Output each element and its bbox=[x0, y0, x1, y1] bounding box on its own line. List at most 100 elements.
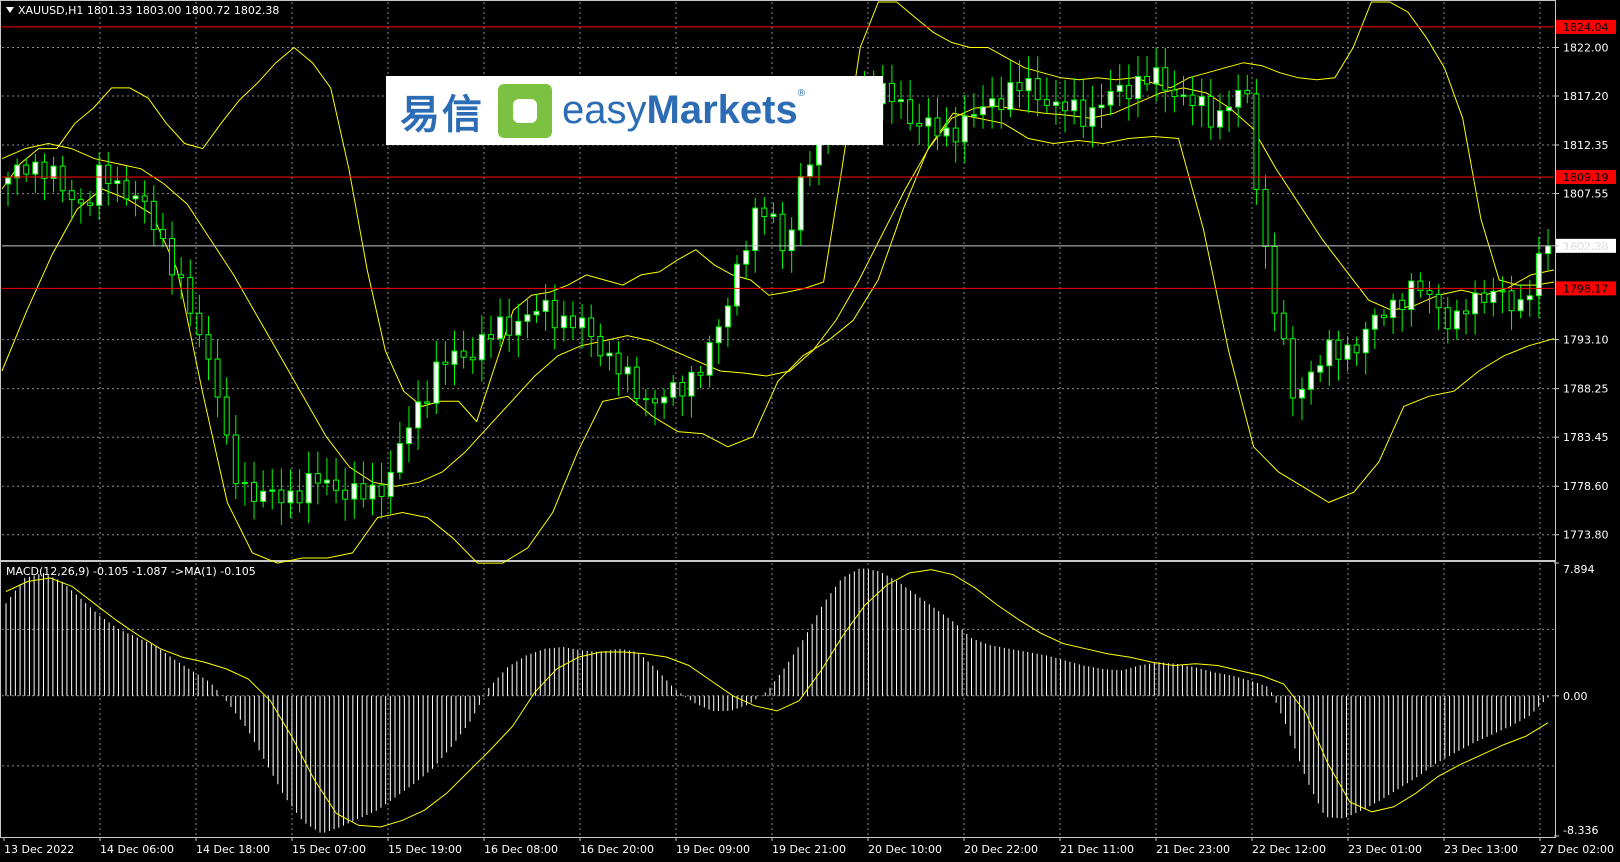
candle-body-bear bbox=[314, 473, 321, 484]
level-tag-label: 1824.04 bbox=[1563, 21, 1609, 34]
candle-body-bear bbox=[460, 350, 467, 358]
price-tick-label: 1802.38 bbox=[1563, 240, 1609, 253]
candle-body-bear bbox=[1016, 82, 1023, 92]
candle-body-bull bbox=[1499, 290, 1506, 293]
candle-body-bull bbox=[1517, 299, 1524, 312]
candle-body-bear bbox=[159, 228, 166, 240]
candle-body-bear bbox=[651, 398, 658, 404]
time-tick-label: 16 Dec 20:00 bbox=[580, 843, 654, 856]
candle-body-bull bbox=[1545, 245, 1551, 255]
candle-body-bear bbox=[888, 82, 895, 103]
candle-body-bear bbox=[223, 396, 230, 436]
time-tick-label: 21 Dec 11:00 bbox=[1060, 843, 1134, 856]
candle-body-bull bbox=[898, 99, 905, 103]
candle-body-bear bbox=[469, 356, 476, 361]
candle-body-bear bbox=[59, 165, 66, 192]
bollinger-middle-line bbox=[1, 87, 1555, 487]
candle-body-bear bbox=[487, 334, 494, 340]
candle-body-bear bbox=[1162, 67, 1169, 91]
candle-body-bear bbox=[205, 334, 212, 360]
time-tick-label: 22 Dec 12:00 bbox=[1252, 843, 1326, 856]
axes-labels: 1822.00 1817.20 1812.35 1807.55 1802.38 1793.… bbox=[3, 41, 1614, 856]
candle-body-bull bbox=[1408, 280, 1415, 310]
logo-chinese-text: 易信 bbox=[400, 91, 484, 138]
candle-body-bear bbox=[761, 207, 768, 218]
candle-body-bull bbox=[1153, 67, 1160, 85]
candle-body-bull bbox=[1344, 344, 1351, 360]
candle-body-bull bbox=[387, 471, 394, 497]
candle-body-bull bbox=[752, 207, 759, 252]
candle-body-bear bbox=[1508, 290, 1515, 312]
candle-body-bull bbox=[32, 161, 39, 175]
candle-body-bull bbox=[260, 490, 267, 502]
candle-body-bear bbox=[333, 479, 340, 491]
time-tick-label: 14 Dec 06:00 bbox=[100, 843, 174, 856]
candle-body-bear bbox=[1481, 292, 1488, 303]
trading-terminal: 1824.04 1809.19 1798.17 1802.38 1822.00 1817… bbox=[0, 0, 1620, 862]
candle-body-bull bbox=[733, 263, 740, 307]
candle-body-bull bbox=[1052, 101, 1059, 106]
candle-body-bull bbox=[606, 352, 613, 357]
candle-body-bull bbox=[1071, 99, 1078, 112]
logo-square-icon bbox=[498, 83, 552, 138]
candle-body-bear bbox=[1171, 89, 1178, 97]
candle-body-bear bbox=[87, 202, 94, 206]
candle-body-bull bbox=[579, 317, 586, 329]
candle-body-bear bbox=[1417, 280, 1424, 291]
candle-body-bull bbox=[524, 314, 531, 322]
candle-body-bull bbox=[1308, 371, 1315, 390]
candle-body-bear bbox=[196, 312, 203, 336]
candle-body-bear bbox=[597, 335, 604, 357]
candle-body-bear bbox=[615, 352, 622, 375]
candle-body-bear bbox=[506, 316, 513, 336]
time-tick-label: 19 Dec 21:00 bbox=[772, 843, 846, 856]
dropdown-triangle-icon[interactable] bbox=[6, 7, 14, 13]
candle-body-bear bbox=[1426, 289, 1433, 296]
candle-body-bull bbox=[1362, 328, 1369, 354]
candle-body-bull bbox=[1371, 314, 1378, 330]
candle-body-bull bbox=[96, 164, 103, 206]
candle-body-bull bbox=[661, 396, 668, 404]
candle-body-bull bbox=[724, 305, 731, 328]
candle-body-bull bbox=[770, 213, 777, 218]
candle-body-bear bbox=[1207, 95, 1214, 128]
candle-body-bear bbox=[278, 489, 285, 504]
time-tick-label: 23 Dec 01:00 bbox=[1348, 843, 1422, 856]
candle-body-bull bbox=[925, 117, 932, 127]
candle-body-bear bbox=[141, 195, 148, 202]
candle-body-bear bbox=[214, 358, 221, 398]
price-tick-label: 1817.20 bbox=[1563, 90, 1609, 103]
candle-body-bear bbox=[150, 200, 157, 230]
price-tick-label: 1788.25 bbox=[1563, 383, 1609, 396]
candle-body-bull bbox=[114, 180, 121, 185]
candle-body-bear bbox=[588, 317, 595, 337]
candle-body-bull bbox=[1089, 107, 1096, 127]
candle-body-bear bbox=[697, 371, 704, 376]
macd-signal-line bbox=[5, 569, 1549, 828]
candle-body-bear bbox=[633, 366, 640, 400]
candle-body-bear bbox=[1380, 314, 1387, 319]
candle-body-bull bbox=[1098, 104, 1105, 109]
candle-body-bull bbox=[797, 176, 804, 231]
time-tick-label: 27 Dec 02:00 bbox=[1540, 843, 1614, 856]
candle-body-bear bbox=[1125, 84, 1132, 100]
candle-body-bear bbox=[1289, 338, 1296, 399]
candle-body-bear bbox=[187, 277, 194, 314]
price-tick-label: 1793.10 bbox=[1563, 334, 1609, 347]
candle-body-bull bbox=[323, 479, 330, 484]
candle-body-bull bbox=[1025, 78, 1032, 92]
candle-body-bear bbox=[1189, 94, 1196, 107]
candle-body-bull bbox=[1490, 290, 1497, 303]
candle-body-bull bbox=[1116, 84, 1123, 92]
candle-body-bear bbox=[1043, 99, 1050, 106]
candle-body-bear bbox=[378, 484, 385, 497]
candle-body-bear bbox=[41, 161, 48, 179]
candle-body-bull bbox=[351, 483, 358, 500]
candle-body-bear bbox=[178, 274, 185, 279]
time-tick-label: 15 Dec 07:00 bbox=[292, 843, 366, 856]
easymarkets-logo: 易信 easyMarkets® bbox=[386, 76, 883, 145]
candle-body-bull bbox=[1180, 94, 1187, 97]
candle-body-bull bbox=[1390, 299, 1397, 319]
candle-body-bull bbox=[287, 490, 294, 504]
candle-body-bear bbox=[123, 180, 130, 200]
